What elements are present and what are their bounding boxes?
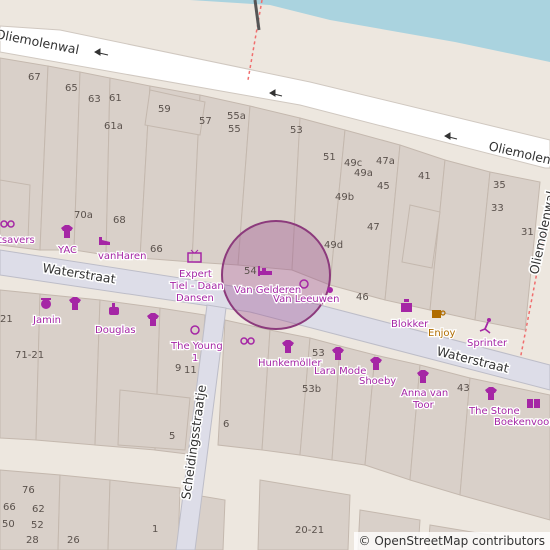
house-number: 43 <box>457 383 470 394</box>
house-number: 21 <box>0 314 13 325</box>
house-number: 71-21 <box>15 350 44 361</box>
poi-label-boekenvoordeel[interactable]: Boekenvoor <box>493 416 550 430</box>
house-number: 53 <box>290 125 303 136</box>
poi-label-shoeby[interactable]: Shoeby <box>358 375 398 389</box>
poi-label-vanleeuwen[interactable]: Van Leeuwen <box>272 293 341 307</box>
house-number: 66 <box>3 502 16 513</box>
house-number: 57 <box>199 116 212 127</box>
house-number: 55a <box>227 111 246 122</box>
house-number: 49b <box>335 192 354 203</box>
poi-label-annavantoor-2[interactable]: Toor <box>411 399 436 413</box>
house-number: 49a <box>354 168 373 179</box>
house-number: 45 <box>377 181 390 192</box>
poi-label-theyoung-2[interactable]: 1 <box>191 352 200 366</box>
dot-icon <box>327 287 333 293</box>
poi-label-hunkemoller[interactable]: Hunkemöller <box>257 357 324 371</box>
house-number: 41 <box>418 171 431 182</box>
house-number: 55 <box>228 124 241 135</box>
house-number: 62 <box>32 504 45 515</box>
house-number: 1 <box>152 524 158 535</box>
house-number: 46 <box>356 292 369 303</box>
house-number: 20-21 <box>295 525 324 536</box>
location-marker[interactable] <box>221 220 331 330</box>
poi-label-vanharen[interactable]: vanHaren <box>97 250 148 264</box>
house-number: 76 <box>22 485 35 496</box>
house-number: 6 <box>223 419 229 430</box>
house-number: 26 <box>67 535 80 546</box>
house-number: 11 <box>184 365 197 376</box>
poi-label-enjoy[interactable]: Enjoy <box>427 327 457 341</box>
house-number: 68 <box>113 215 126 226</box>
house-number: 51 <box>323 152 336 163</box>
house-number: 54 <box>244 266 257 277</box>
house-number: 35 <box>493 180 506 191</box>
poi-label-expert-2[interactable]: Tiel - Daan <box>168 280 225 294</box>
poi-label-douglas[interactable]: Douglas <box>94 324 137 338</box>
map-viewport[interactable]: Oliemolenwal Oliemolenwal Oliemolenwal W… <box>0 0 550 550</box>
poi-label-blokker[interactable]: Blokker <box>390 318 431 332</box>
house-number: 33 <box>491 203 504 214</box>
house-number: 31 <box>521 227 534 238</box>
poi-label-jamin[interactable]: Jamin <box>31 314 62 328</box>
house-number: 70a <box>74 210 93 221</box>
house-number: 28 <box>26 535 39 546</box>
house-number: 61a <box>104 121 123 132</box>
attribution[interactable]: © OpenStreetMap contributors <box>353 532 550 550</box>
house-number: 52 <box>31 520 44 531</box>
house-number: 53b <box>302 384 321 395</box>
poi-label-expert[interactable]: Expert <box>178 268 213 282</box>
house-number: 63 <box>88 94 101 105</box>
house-number: 47 <box>367 222 380 233</box>
house-number: 65 <box>65 83 78 94</box>
house-number: 49d <box>324 240 343 251</box>
poi-label-thestone[interactable]: The Stone <box>467 405 521 419</box>
confectionery-icon <box>41 298 51 309</box>
poi-label-yac[interactable]: YAC <box>56 244 78 258</box>
poi-label-eyesavers[interactable]: tsavers <box>0 234 36 248</box>
house-number: 61 <box>109 93 122 104</box>
map-canvas[interactable]: Oliemolenwal Oliemolenwal Oliemolenwal W… <box>0 0 550 550</box>
house-number: 47a <box>376 156 395 167</box>
house-number: 5 <box>169 431 175 442</box>
house-number: 66 <box>150 244 163 255</box>
house-number: 50 <box>2 519 15 530</box>
poi-label-sprinter[interactable]: Sprinter <box>466 337 509 351</box>
house-number: 9 <box>175 363 181 374</box>
poi-label-annavantoor[interactable]: Anna van <box>400 387 450 401</box>
house-number: 67 <box>28 72 41 83</box>
house-number: 59 <box>158 104 171 115</box>
poi-label-expert-3[interactable]: Dansen <box>175 292 215 306</box>
poi-label-theyoung[interactable]: The Young <box>169 340 224 354</box>
